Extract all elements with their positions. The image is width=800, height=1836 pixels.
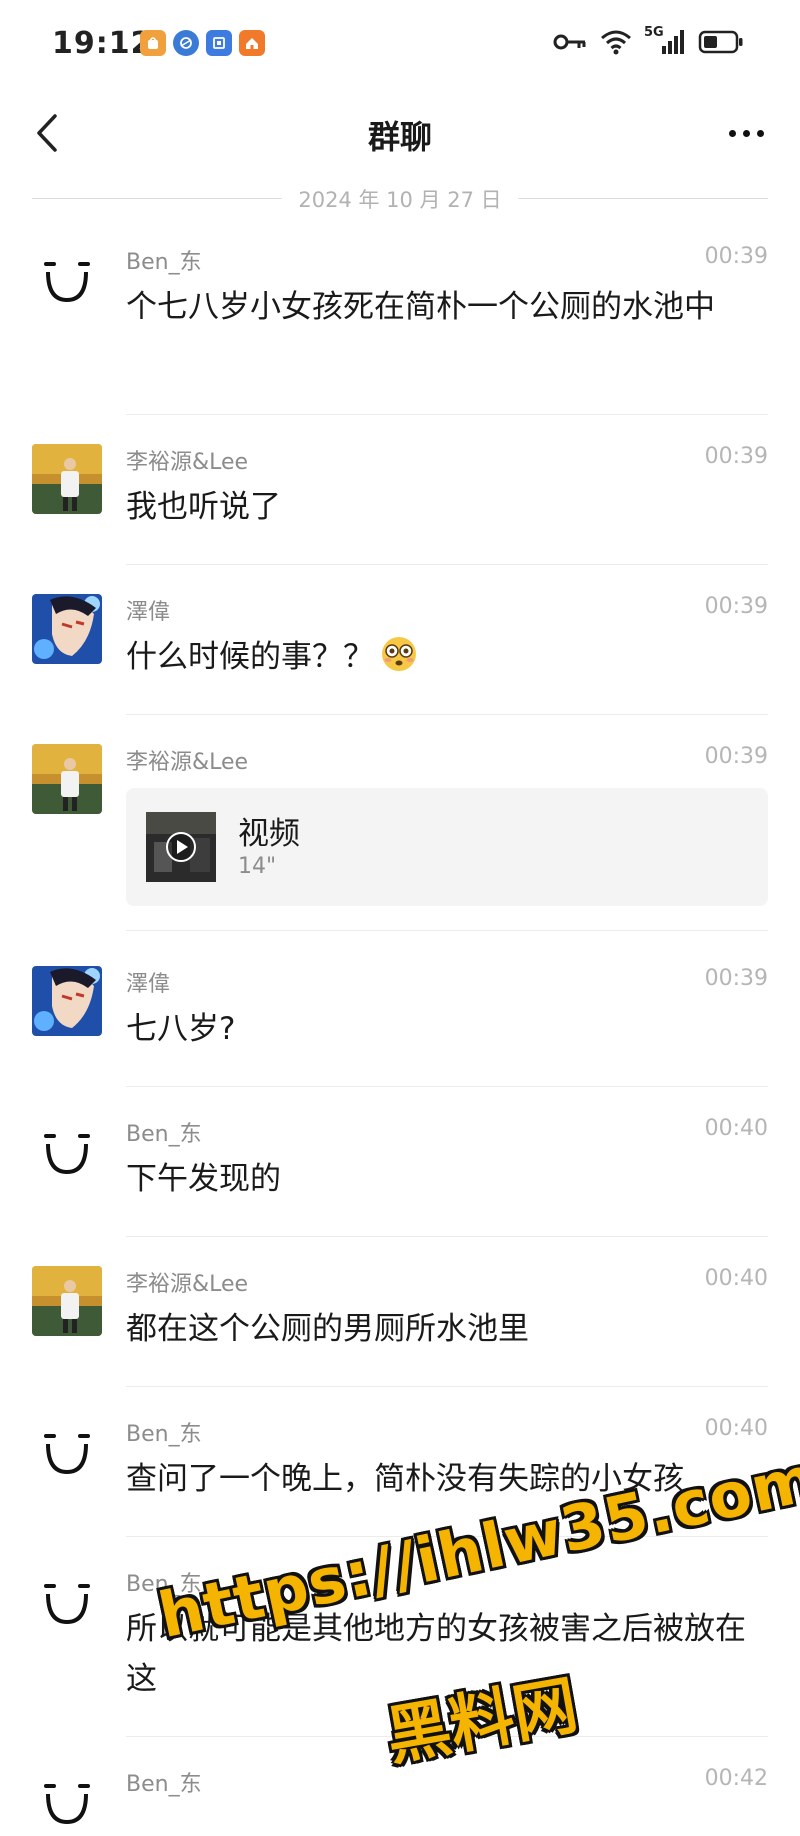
more-dots-icon	[728, 129, 736, 137]
more-dot	[756, 129, 764, 137]
more-dot	[742, 129, 750, 137]
smiley-face-avatar[interactable]	[32, 1116, 102, 1186]
page-title: 群聊	[367, 118, 432, 156]
browser-icon	[173, 30, 199, 56]
date-line-right	[518, 198, 768, 199]
message-divider	[126, 564, 768, 565]
message-text: 所以就可能是其他地方的女孩被害之后被放在这	[126, 1611, 746, 1697]
message-text: 下午发现的	[126, 1161, 281, 1197]
message-text: 七八岁?	[126, 1011, 236, 1047]
status-app-icons	[140, 30, 265, 56]
sender-name: 澤偉	[126, 600, 171, 625]
message-divider	[126, 414, 768, 415]
message-divider	[126, 1086, 768, 1087]
message-time: 00:42	[704, 1766, 768, 1791]
message-time: 00:39	[704, 244, 768, 269]
photo-avatar-lee[interactable]	[32, 444, 102, 514]
message-time: 00:39	[704, 594, 768, 619]
date-text: 2024 年 10 月 27 日	[298, 188, 502, 212]
message-text: 都在这个公厕的男厕所水池里	[126, 1311, 529, 1347]
shopping-bag-icon	[140, 30, 166, 56]
key-icon	[553, 34, 586, 50]
message-divider	[126, 1386, 768, 1387]
sender-name: Ben_东	[126, 250, 202, 275]
photo-avatar-lee[interactable]	[32, 744, 102, 814]
message-text: 个七八岁小女孩死在简朴一个公厕的水池中	[126, 289, 715, 325]
sender-name: Ben_东	[126, 1422, 202, 1447]
smiley-face-avatar[interactable]	[32, 1416, 102, 1486]
anime-avatar-zewei[interactable]	[32, 966, 102, 1036]
photo-avatar-lee[interactable]	[32, 1266, 102, 1336]
smiley-face-avatar[interactable]	[32, 244, 102, 314]
message-time: 00:40	[704, 1416, 768, 1441]
home-app-icon	[239, 30, 265, 56]
message-divider	[126, 1236, 768, 1237]
message-text: 我也听说了	[126, 489, 281, 525]
video-message-card[interactable]: 视频 14"	[126, 788, 768, 906]
message-time: 00:39	[704, 744, 768, 769]
office-icon	[206, 30, 232, 56]
sender-name: 李裕源&Lee	[126, 450, 249, 475]
wifi-icon	[601, 30, 631, 55]
message-time: 00:40	[704, 1266, 768, 1291]
sender-name: 李裕源&Lee	[126, 1272, 249, 1297]
sender-name: 澤偉	[126, 972, 171, 997]
message-divider	[126, 714, 768, 715]
message-time: 00:39	[704, 444, 768, 469]
video-title: 视频	[238, 816, 300, 852]
message-text-row: 什么时候的事？？	[126, 632, 746, 688]
video-thumbnail[interactable]	[146, 812, 216, 882]
sender-name: Ben_东	[126, 1772, 202, 1797]
message-time: 00:39	[704, 966, 768, 991]
cellular-signal-icon: 5G	[644, 25, 686, 56]
status-time: 19:12	[52, 26, 153, 61]
sender-name: 李裕源&Lee	[126, 750, 249, 775]
date-separator: 2024 年 10 月 27 日	[32, 180, 768, 216]
status-right-icons: 5G	[552, 25, 744, 56]
more-options-button[interactable]	[718, 108, 774, 158]
battery-icon	[698, 30, 743, 54]
message-text: 查问了一个晚上，简朴没有失踪的小女孩	[126, 1461, 684, 1497]
sender-name: Ben_东	[126, 1572, 202, 1597]
chat-header: 群聊	[0, 92, 800, 176]
message-divider	[126, 1736, 768, 1737]
smiley-face-avatar[interactable]	[32, 1766, 102, 1836]
message-divider	[126, 1536, 768, 1537]
status-bar: 19:12 5G	[0, 0, 800, 92]
video-duration: 14"	[238, 854, 277, 879]
message-text: 什么时候的事？？	[126, 639, 374, 675]
anime-avatar-zewei[interactable]	[32, 594, 102, 664]
message-divider	[126, 930, 768, 931]
smiley-face-avatar[interactable]	[32, 1566, 102, 1636]
message-time: 00:40	[704, 1116, 768, 1141]
sender-name: Ben_东	[126, 1122, 202, 1147]
flushed-face-emoji	[380, 635, 418, 688]
